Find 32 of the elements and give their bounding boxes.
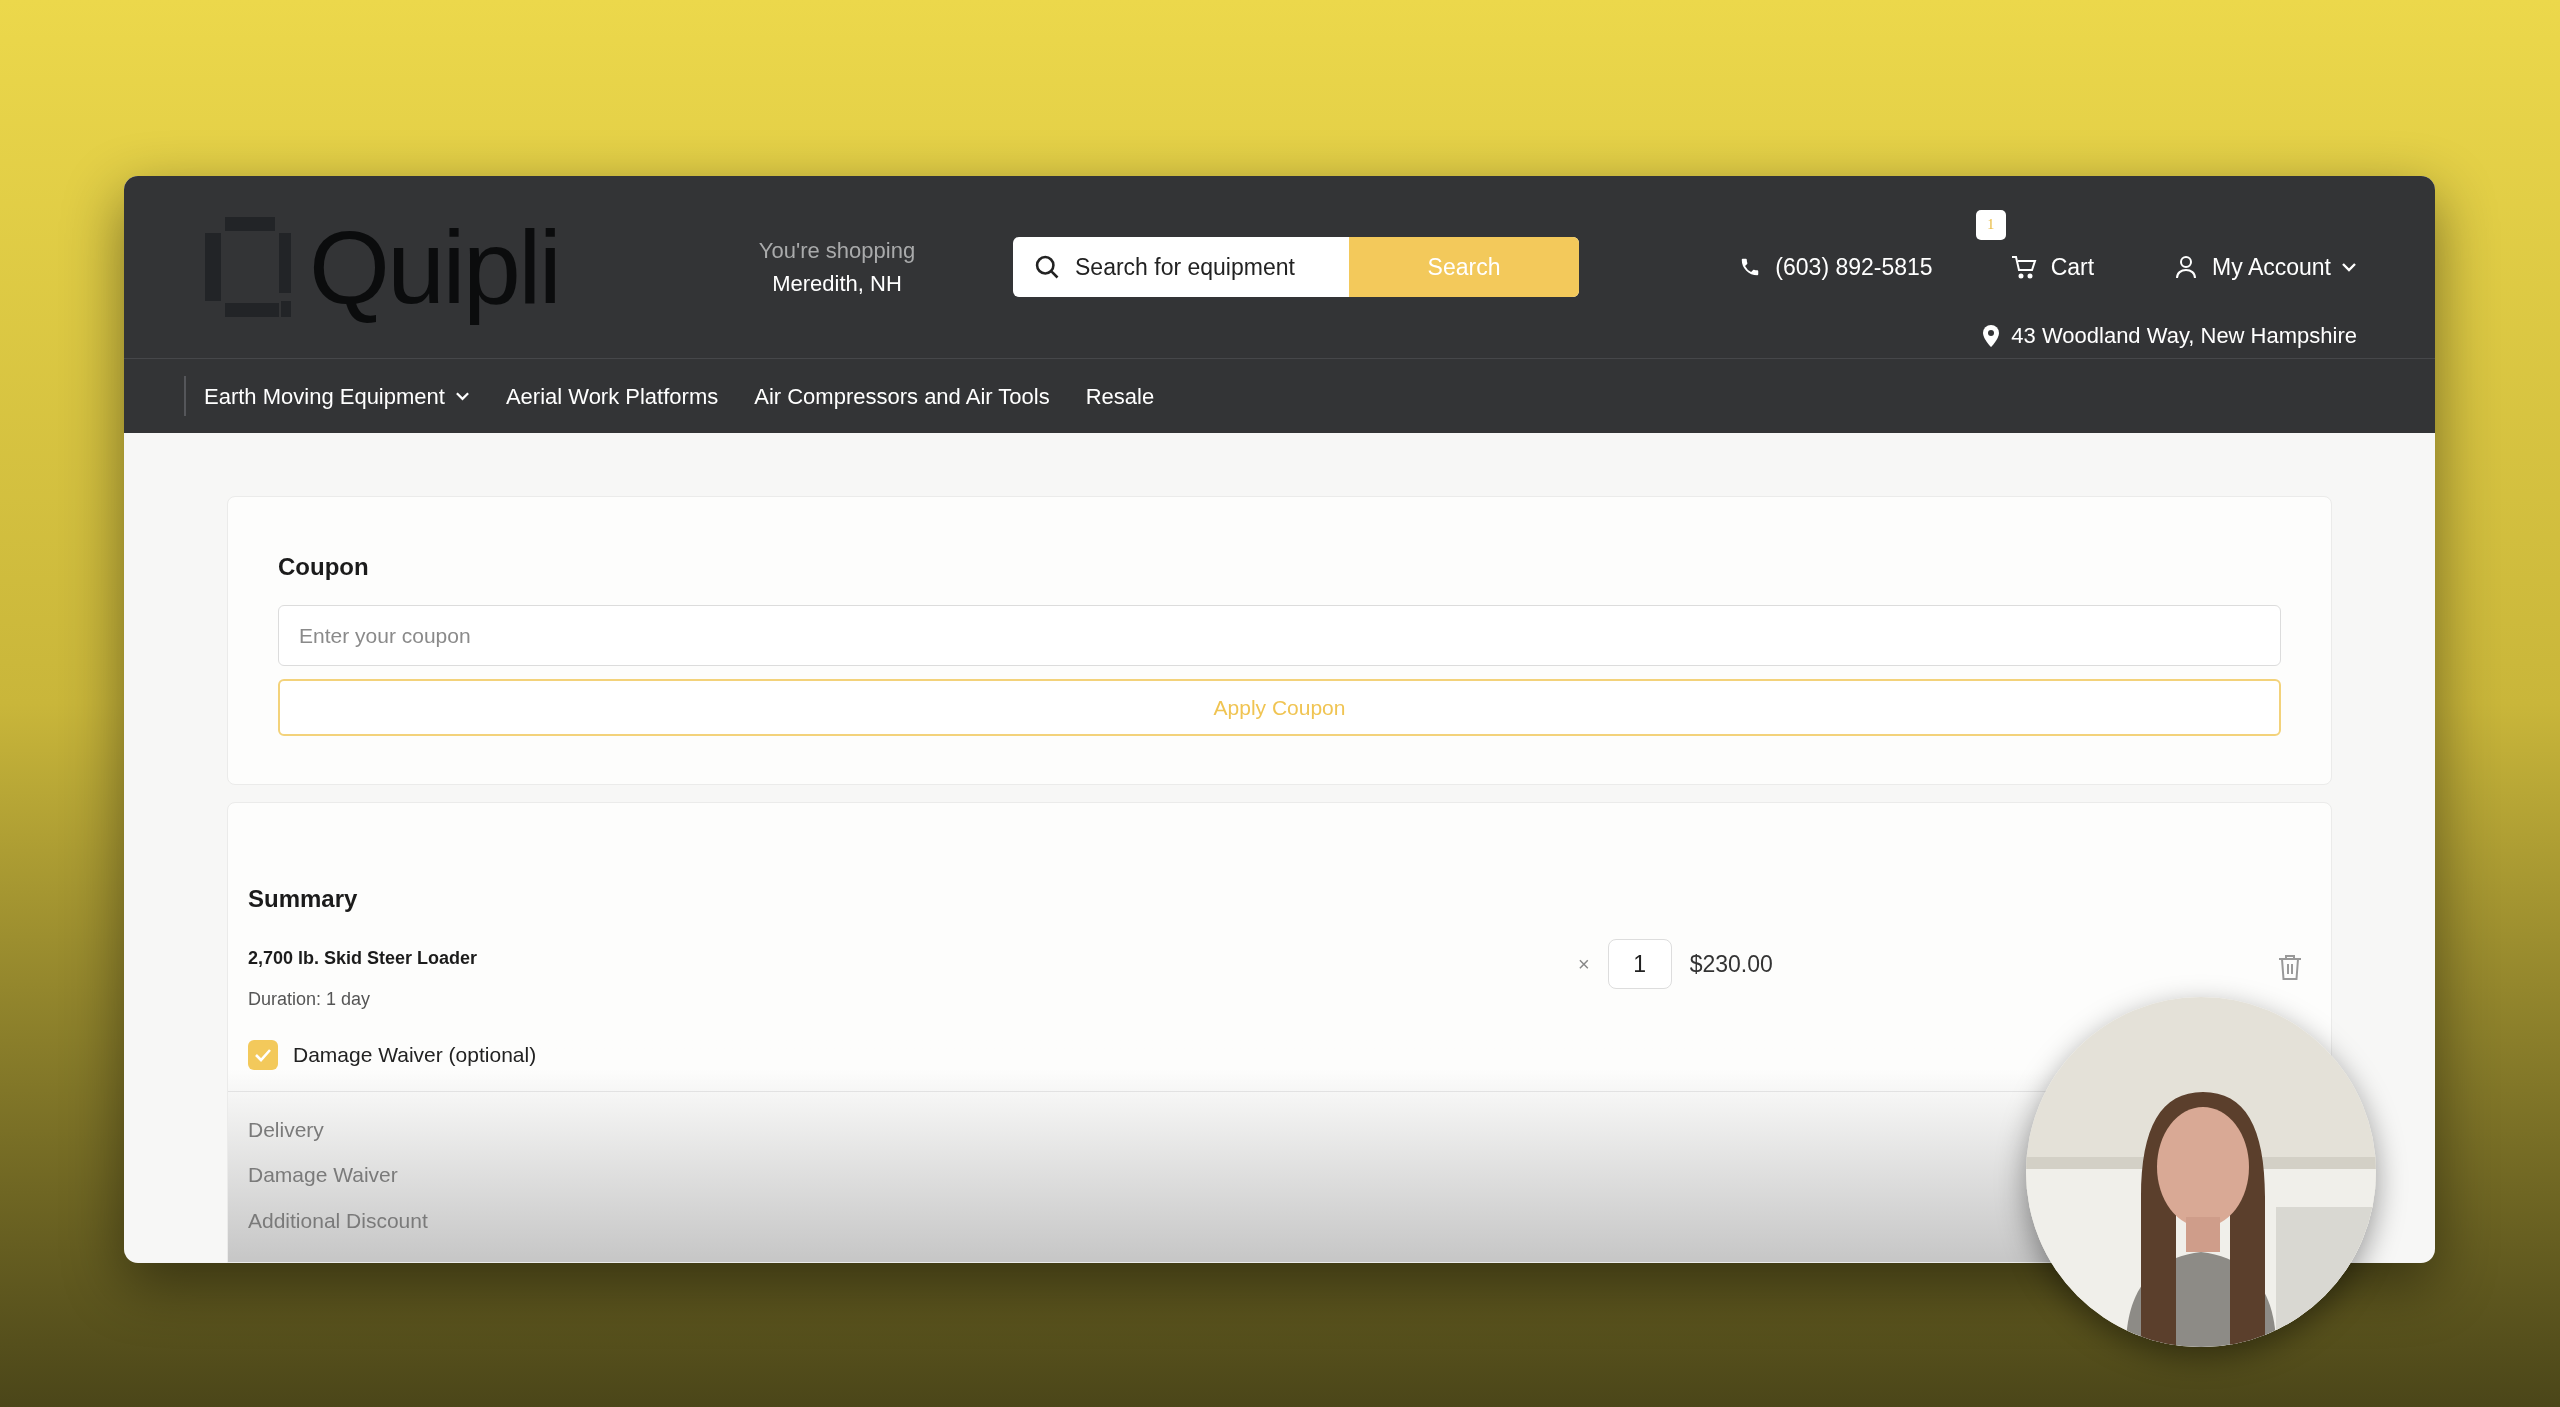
item-name: 2,700 lb. Skid Steer Loader: [248, 947, 479, 970]
item-duration: Duration: 1 day: [248, 988, 372, 1011]
search-icon: [1033, 253, 1061, 281]
damage-waiver-label: Damage Waiver (optional): [293, 1042, 537, 1068]
shopping-label: You're shopping: [758, 237, 916, 265]
location-text[interactable]: Meredith, NH: [772, 267, 902, 300]
item-price: $230.00: [1689, 949, 1773, 979]
nav-link[interactable]: Earth Moving Equipment: [204, 379, 470, 413]
summary-line-label: Delivery: [248, 1116, 325, 1143]
user-icon: [2174, 255, 2199, 279]
cart-icon: [2010, 255, 2037, 279]
search-input[interactable]: Search for equipment: [1075, 249, 1335, 285]
coupon-title: Coupon: [278, 552, 370, 582]
summary-title: Summary: [248, 884, 359, 914]
phone-number[interactable]: (603) 892-5815: [1775, 249, 1933, 285]
address-text[interactable]: 43 Woodland Way, New Hampshire: [2011, 319, 2357, 352]
nav-link[interactable]: Resale: [1085, 379, 1155, 413]
trash-icon: [2277, 953, 2303, 981]
location-pin-icon: [1983, 324, 2000, 347]
summary-line-label: Damage Waiver: [248, 1162, 399, 1188]
summary-line-label: Additional Discount: [248, 1207, 429, 1234]
cart-link[interactable]: Cart: [2050, 249, 2095, 285]
account-menu[interactable]: My Account: [2212, 249, 2331, 285]
checkbox[interactable]: [248, 1039, 278, 1070]
multiply-sign: ×: [1578, 952, 1590, 977]
check-icon: [254, 1047, 272, 1062]
cart-count-badge: 1: [1975, 209, 2006, 240]
nav-link[interactable]: Air Compressors and Air Tools: [754, 379, 1050, 413]
coupon-input[interactable]: Enter your coupon: [278, 605, 2281, 666]
chevron-down-icon: [2341, 262, 2357, 272]
nav-link[interactable]: Aerial Work Platforms: [505, 379, 719, 413]
quantity-field[interactable]: 1: [1607, 939, 1672, 989]
